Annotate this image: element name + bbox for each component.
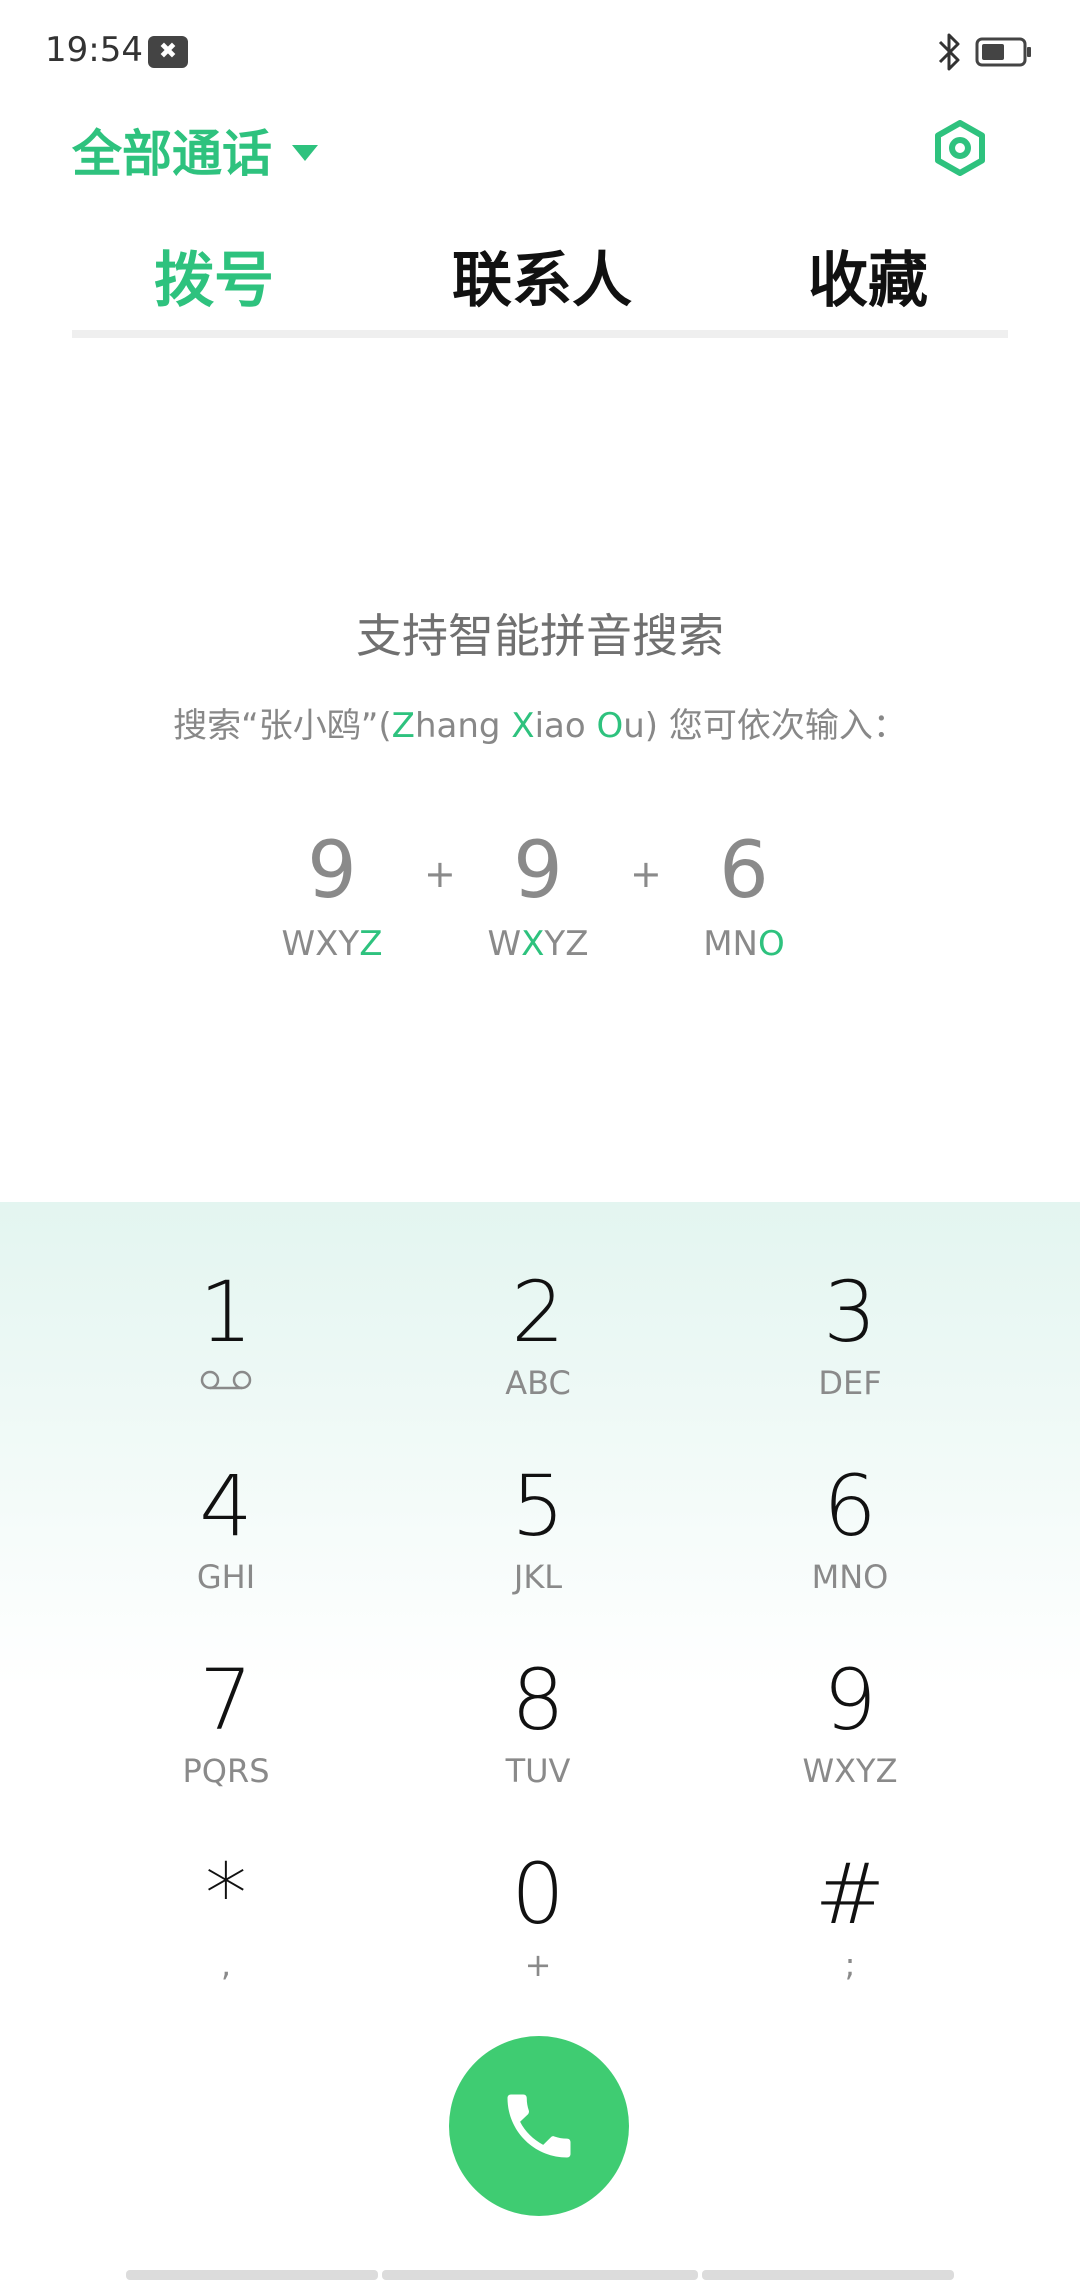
call-filter-label: 全部通话 — [72, 125, 272, 183]
hint-title: 支持智能拼音搜索 — [356, 609, 724, 663]
battery-icon — [975, 37, 1031, 67]
caret-down-icon — [292, 145, 318, 161]
nav-indicator — [702, 2270, 954, 2280]
key-0[interactable]: 0 + — [418, 1852, 658, 2012]
hint-sub-suffix: ) 您可依次输入： — [644, 706, 907, 746]
plus-sign: + — [424, 852, 456, 896]
key-hash[interactable]: # ; — [730, 1852, 970, 2012]
key-digit: 8 — [511, 1651, 565, 1749]
hint-sub-prefix: 搜索“张小鸥”( — [173, 706, 392, 746]
example-letters-plain: WXY — [281, 924, 360, 964]
example-key-1: 9 WXYZ — [252, 832, 412, 964]
key-letters: DEF — [818, 1364, 882, 1402]
hint-u: u — [623, 706, 645, 746]
key-letters: MNO — [811, 1558, 889, 1596]
example-letters-highlight: X — [521, 924, 545, 964]
key-digit: 3 — [823, 1263, 877, 1361]
key-letters: WXYZ — [802, 1752, 898, 1790]
tab-divider — [72, 330, 1008, 338]
example-key-3: 6 MNO — [664, 832, 824, 964]
tab-bar: 拨号 联系人 收藏 — [72, 220, 1008, 340]
key-digit: 4 — [199, 1457, 253, 1555]
example-letters-plain: MN — [703, 924, 758, 964]
call-button[interactable] — [449, 2036, 629, 2216]
example-digit: 6 — [719, 826, 769, 916]
key-digit: 0 — [511, 1845, 565, 1943]
hint-hang: hang — [414, 706, 512, 746]
key-6[interactable]: 6 MNO — [730, 1464, 970, 1624]
dialer-screen: 19:54 ✖ 全部通话 拨号 联系人 收藏 支持智能拼音搜索 搜索“张小鸥”(… — [0, 0, 1080, 2280]
example-key-2: 9 WXYZ — [458, 832, 618, 964]
example-letters-highlight: Z — [359, 924, 383, 964]
notification-icon: ✖ — [148, 36, 188, 68]
key-9[interactable]: 9 WXYZ — [730, 1658, 970, 1818]
example-letters: WXYZ — [252, 924, 412, 964]
tab-dial[interactable]: 拨号 — [154, 232, 274, 319]
key-digit: 1 — [199, 1263, 253, 1361]
example-letters-after: YZ — [544, 924, 589, 964]
key-8[interactable]: 8 TUV — [418, 1658, 658, 1818]
key-digit: 5 — [511, 1457, 565, 1555]
plus-sign: + — [630, 852, 662, 896]
key-1[interactable]: 1 — [106, 1270, 346, 1430]
hint-z: Z — [391, 706, 415, 746]
example-letters: MNO — [664, 924, 824, 964]
status-time: 19:54 — [45, 30, 143, 70]
key-letters: TUV — [505, 1752, 571, 1790]
app-header: 全部通话 — [0, 100, 1080, 220]
key-digit: 2 — [511, 1263, 565, 1361]
phone-icon — [507, 2094, 571, 2158]
tab-favorites[interactable]: 收藏 — [808, 232, 928, 319]
voicemail-icon — [200, 1370, 252, 1390]
key-star[interactable]: * , — [106, 1852, 346, 2012]
key-3[interactable]: 3 DEF — [730, 1270, 970, 1430]
key-5[interactable]: 5 JKL — [418, 1464, 658, 1624]
key-digit: * — [205, 1845, 247, 1943]
hint-x: X — [511, 706, 535, 746]
settings-icon[interactable] — [932, 120, 988, 176]
key-2[interactable]: 2 ABC — [418, 1270, 658, 1430]
key-letters: + — [524, 1946, 552, 1984]
key-letters: GHI — [196, 1558, 256, 1596]
key-letters: PQRS — [182, 1752, 270, 1790]
key-letters: , — [220, 1946, 232, 1984]
key-digit: # — [814, 1845, 886, 1943]
key-7[interactable]: 7 PQRS — [106, 1658, 346, 1818]
hint-subtitle: 搜索“张小鸥”(Zhang Xiao Ou) 您可依次输入： — [0, 698, 1080, 747]
hint-iao: iao — [534, 706, 597, 746]
key-digit: 9 — [823, 1651, 877, 1749]
key-letters: ; — [844, 1946, 856, 1984]
key-4[interactable]: 4 GHI — [106, 1464, 346, 1624]
key-letters: ABC — [505, 1364, 571, 1402]
key-digit: 6 — [823, 1457, 877, 1555]
status-bar: 19:54 ✖ — [0, 0, 1080, 100]
nav-indicator — [126, 2270, 378, 2280]
example-letters-plain: W — [487, 924, 522, 964]
call-filter-dropdown[interactable]: 全部通话 — [72, 114, 318, 186]
bluetooth-icon — [938, 33, 960, 71]
key-letters: JKL — [513, 1558, 563, 1596]
nav-indicator — [382, 2270, 698, 2280]
example-letters-highlight: O — [758, 924, 785, 964]
key-digit: 7 — [199, 1651, 253, 1749]
hint-o: O — [596, 706, 624, 746]
example-digit: 9 — [307, 826, 357, 916]
example-digit: 9 — [513, 826, 563, 916]
example-letters: WXYZ — [458, 924, 618, 964]
tab-contacts[interactable]: 联系人 — [452, 232, 632, 319]
